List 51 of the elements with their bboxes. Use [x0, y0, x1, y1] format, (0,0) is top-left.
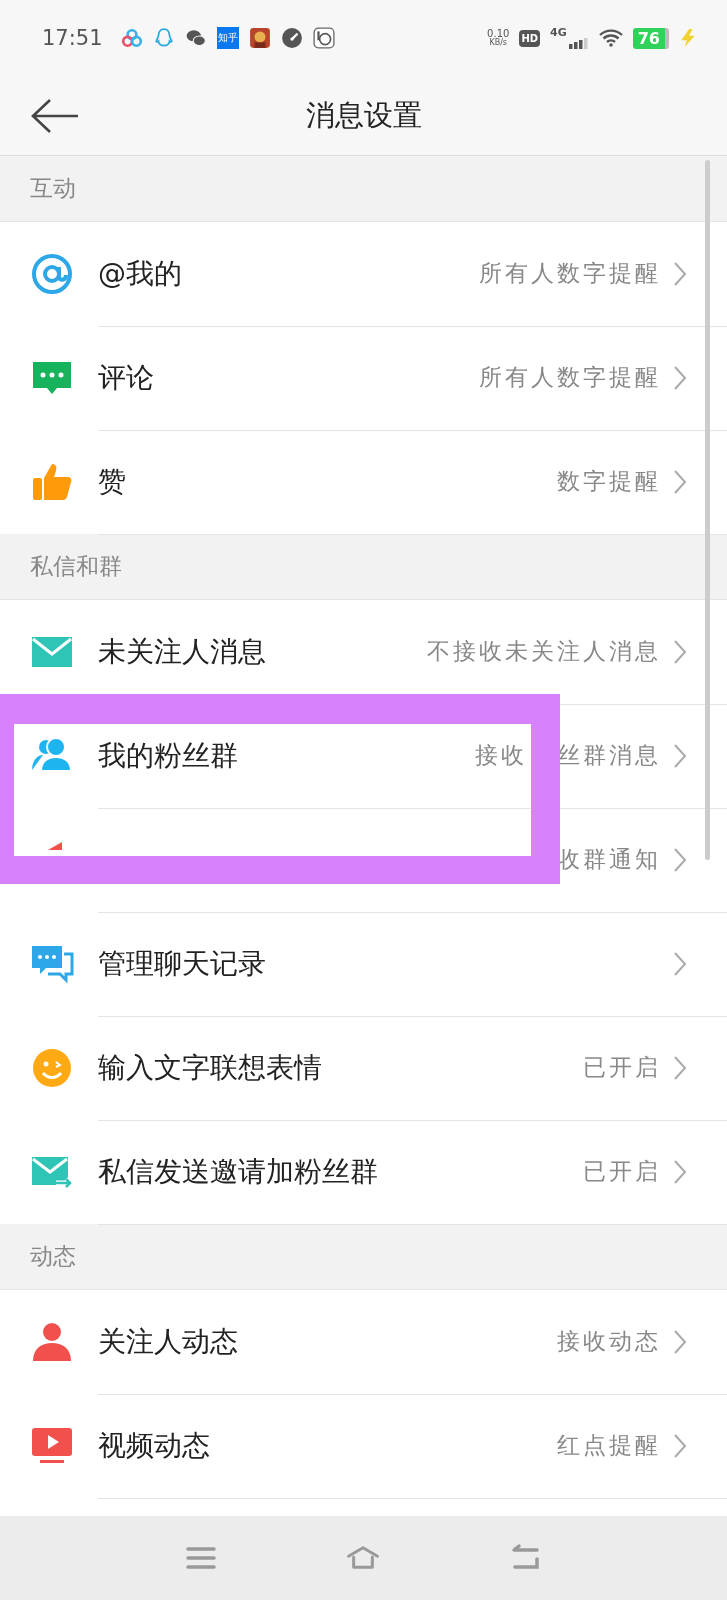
row-label: 管理聊天记录 [98, 945, 266, 982]
chevron-right-icon [673, 1158, 687, 1185]
chevron-right-icon [673, 260, 687, 287]
signal-icon [568, 37, 589, 49]
row-label: @我的 [98, 255, 182, 292]
row-value: 不接收未关注人消息 [427, 637, 661, 666]
chevron-right-icon [673, 364, 687, 391]
smiley-icon [30, 1046, 74, 1090]
row-value: 接收 [475, 741, 527, 770]
network-type: 4G [550, 26, 567, 39]
back-arrow-icon[interactable] [30, 97, 80, 134]
hd-badge: HD [519, 29, 541, 47]
chevron-right-icon [673, 468, 687, 495]
row-value: 数字提醒 [557, 467, 661, 496]
at-sign-icon [30, 252, 74, 296]
row-value: 已开启 [583, 1157, 661, 1186]
chevron-right-icon [673, 950, 687, 977]
row-value: 红点提醒 [557, 1431, 661, 1460]
chevron-right-icon [673, 1432, 687, 1459]
section-header: 动态 [0, 1224, 727, 1290]
clock-time: 17:51 [42, 26, 103, 50]
row-label: 评论 [98, 359, 154, 396]
chevron-right-icon [673, 742, 687, 769]
gauge-icon [280, 27, 303, 49]
row-value: 接收动态 [557, 1327, 661, 1356]
row-value: 已开启 [583, 1053, 661, 1082]
chevron-right-icon [673, 1328, 687, 1355]
penguin-icon [152, 27, 175, 49]
row-label: 输入文字联想表情 [98, 1049, 322, 1086]
row-label: 关注人动态 [98, 1323, 238, 1360]
wifi-icon [598, 29, 623, 47]
row-label: 未关注人消息 [98, 633, 266, 670]
row-label: 赞 [98, 463, 126, 500]
cloud-icon [120, 27, 143, 49]
person-icon [30, 1320, 74, 1364]
row-label: 私信发送邀请加粉丝群 [98, 1153, 378, 1190]
row-label: 视频动态 [98, 1427, 210, 1464]
network-speed: 0.10 KB/s [487, 28, 510, 48]
row-value: 所有人数字提醒 [479, 363, 661, 392]
app-icon [248, 27, 271, 49]
row-label: 我的粉丝群 [98, 737, 238, 774]
app-logo: 知乎 [216, 27, 239, 49]
app-icon [312, 27, 335, 49]
chevron-right-icon [673, 846, 687, 873]
section-header: 互动 [0, 156, 727, 222]
chevron-right-icon [673, 638, 687, 665]
page-title: 消息设置 [305, 96, 422, 134]
row-value: 所有人数字提醒 [479, 259, 661, 288]
chevron-right-icon [673, 1054, 687, 1081]
section-header: 私信和群 [0, 534, 727, 600]
battery-level: 76 [632, 27, 669, 49]
